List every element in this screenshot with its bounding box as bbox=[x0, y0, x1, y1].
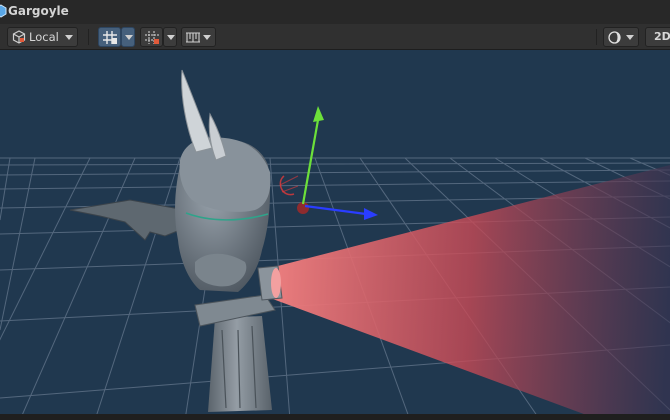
ruler-icon bbox=[186, 32, 200, 43]
chevron-down-icon bbox=[626, 35, 634, 40]
2d-mode-label: 2D bbox=[654, 30, 670, 43]
toolbar-divider bbox=[88, 29, 89, 45]
toolbar-divider bbox=[596, 29, 597, 45]
pivot-rotation-label: Local bbox=[29, 30, 59, 44]
grid-snap-dropdown[interactable] bbox=[121, 27, 135, 47]
grid-snap-icon bbox=[103, 31, 117, 44]
ruler-dropdown[interactable] bbox=[181, 27, 216, 47]
grid-snap-toggle[interactable] bbox=[98, 27, 121, 47]
scene-tab-title[interactable]: Gargoyle bbox=[8, 4, 69, 18]
unity-cube-icon bbox=[0, 4, 7, 18]
viewport-bottom-edge bbox=[0, 414, 670, 420]
increment-snap-icon bbox=[145, 31, 159, 44]
increment-snap-toggle[interactable] bbox=[140, 27, 163, 47]
shading-mode-dropdown[interactable] bbox=[603, 27, 639, 47]
chevron-down-icon bbox=[65, 35, 73, 40]
scene-tab-bar: Gargoyle bbox=[0, 0, 670, 24]
2d-mode-toggle[interactable]: 2D bbox=[645, 27, 670, 47]
pivot-rotation-dropdown[interactable]: Local bbox=[7, 27, 78, 47]
local-cube-icon bbox=[12, 30, 26, 44]
increment-snap-dropdown[interactable] bbox=[163, 27, 177, 47]
scene-view-canvas[interactable] bbox=[0, 50, 670, 420]
shading-sphere-icon bbox=[608, 31, 621, 44]
scene-toolbar: Local 2D bbox=[0, 24, 670, 50]
chevron-down-icon bbox=[203, 35, 211, 40]
scene-viewport[interactable] bbox=[0, 50, 670, 420]
